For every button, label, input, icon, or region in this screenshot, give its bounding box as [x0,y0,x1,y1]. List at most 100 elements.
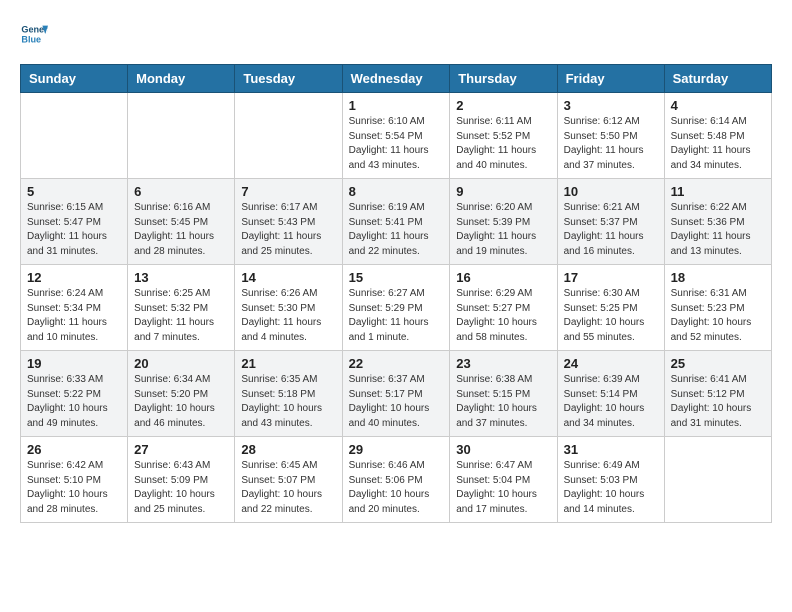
day-number: 25 [671,356,765,371]
logo-icon: General Blue [20,20,48,48]
calendar-day-cell: 4 Sunrise: 6:14 AM Sunset: 5:48 PM Daylig… [664,93,771,179]
calendar-day-cell: 26 Sunrise: 6:42 AM Sunset: 5:10 PM Dayli… [21,437,128,523]
calendar-day-cell: 19Sunrise: 6:33 AM Sunset: 5:22 PM Dayli… [21,351,128,437]
calendar-day-cell: 22 Sunrise: 6:37 AM Sunset: 5:17 PM Dayli… [342,351,450,437]
calendar-table: SundayMondayTuesdayWednesdayThursdayFrid… [20,64,772,523]
day-number: 22 [349,356,444,371]
day-number: 9 [456,184,550,199]
calendar-day-cell: 13 Sunrise: 6:25 AM Sunset: 5:32 PM Dayli… [128,265,235,351]
calendar-empty-cell [128,93,235,179]
day-info: Sunrise: 6:38 AM Sunset: 5:15 PM Dayligh… [456,373,550,431]
page-header: General Blue [20,20,772,48]
day-info: Sunrise: 6:17 AM Sunset: 5:43 PM Dayligh… [241,201,335,259]
day-info: Sunrise: 6:20 AM Sunset: 5:39 PM Dayligh… [456,201,550,259]
day-number: 1 [349,98,444,113]
calendar-week-row: 19Sunrise: 6:33 AM Sunset: 5:22 PM Dayli… [21,351,772,437]
day-info: Sunrise: 6:14 AM Sunset: 5:48 PM Dayligh… [671,115,765,173]
day-number: 12 [27,270,121,285]
day-info: Sunrise: 6:27 AM Sunset: 5:29 PM Dayligh… [349,287,444,345]
day-number: 7 [241,184,335,199]
calendar-day-cell: 5 Sunrise: 6:15 AM Sunset: 5:47 PM Daylig… [21,179,128,265]
day-number: 30 [456,442,550,457]
day-number: 2 [456,98,550,113]
weekday-header-monday: Monday [128,65,235,93]
calendar-day-cell: 11Sunrise: 6:22 AM Sunset: 5:36 PM Dayli… [664,179,771,265]
calendar-day-cell: 6 Sunrise: 6:16 AM Sunset: 5:45 PM Daylig… [128,179,235,265]
day-info: Sunrise: 6:34 AM Sunset: 5:20 PM Dayligh… [134,373,228,431]
day-info: Sunrise: 6:42 AM Sunset: 5:10 PM Dayligh… [27,459,121,517]
day-info: Sunrise: 6:30 AM Sunset: 5:25 PM Dayligh… [564,287,658,345]
weekday-header-saturday: Saturday [664,65,771,93]
calendar-day-cell: 14Sunrise: 6:26 AM Sunset: 5:30 PM Dayli… [235,265,342,351]
day-number: 10 [564,184,658,199]
day-info: Sunrise: 6:22 AM Sunset: 5:36 PM Dayligh… [671,201,765,259]
calendar-day-cell: 20 Sunrise: 6:34 AM Sunset: 5:20 PM Dayli… [128,351,235,437]
day-number: 28 [241,442,335,457]
calendar-day-cell: 1 Sunrise: 6:10 AM Sunset: 5:54 PM Daylig… [342,93,450,179]
calendar-day-cell: 10 Sunrise: 6:21 AM Sunset: 5:37 PM Dayli… [557,179,664,265]
calendar-day-cell: 7 Sunrise: 6:17 AM Sunset: 5:43 PM Daylig… [235,179,342,265]
day-number: 3 [564,98,658,113]
weekday-header-wednesday: Wednesday [342,65,450,93]
day-info: Sunrise: 6:31 AM Sunset: 5:23 PM Dayligh… [671,287,765,345]
svg-text:Blue: Blue [21,34,41,44]
day-number: 23 [456,356,550,371]
day-info: Sunrise: 6:16 AM Sunset: 5:45 PM Dayligh… [134,201,228,259]
calendar-week-row: 1 Sunrise: 6:10 AM Sunset: 5:54 PM Daylig… [21,93,772,179]
calendar-empty-cell [235,93,342,179]
day-number: 13 [134,270,228,285]
day-number: 4 [671,98,765,113]
day-info: Sunrise: 6:46 AM Sunset: 5:06 PM Dayligh… [349,459,444,517]
calendar-day-cell: 30 Sunrise: 6:47 AM Sunset: 5:04 PM Dayli… [450,437,557,523]
weekday-header-sunday: Sunday [21,65,128,93]
logo: General Blue [20,20,48,48]
day-info: Sunrise: 6:12 AM Sunset: 5:50 PM Dayligh… [564,115,658,173]
day-info: Sunrise: 6:21 AM Sunset: 5:37 PM Dayligh… [564,201,658,259]
calendar-header-row: SundayMondayTuesdayWednesdayThursdayFrid… [21,65,772,93]
day-info: Sunrise: 6:47 AM Sunset: 5:04 PM Dayligh… [456,459,550,517]
day-number: 29 [349,442,444,457]
day-number: 24 [564,356,658,371]
day-number: 15 [349,270,444,285]
calendar-empty-cell [664,437,771,523]
calendar-day-cell: 24 Sunrise: 6:39 AM Sunset: 5:14 PM Dayli… [557,351,664,437]
day-info: Sunrise: 6:25 AM Sunset: 5:32 PM Dayligh… [134,287,228,345]
calendar-day-cell: 9 Sunrise: 6:20 AM Sunset: 5:39 PM Daylig… [450,179,557,265]
day-number: 6 [134,184,228,199]
day-number: 20 [134,356,228,371]
day-info: Sunrise: 6:10 AM Sunset: 5:54 PM Dayligh… [349,115,444,173]
day-info: Sunrise: 6:19 AM Sunset: 5:41 PM Dayligh… [349,201,444,259]
day-info: Sunrise: 6:15 AM Sunset: 5:47 PM Dayligh… [27,201,121,259]
day-number: 5 [27,184,121,199]
calendar-day-cell: 15 Sunrise: 6:27 AM Sunset: 5:29 PM Dayli… [342,265,450,351]
day-info: Sunrise: 6:45 AM Sunset: 5:07 PM Dayligh… [241,459,335,517]
calendar-day-cell: 29 Sunrise: 6:46 AM Sunset: 5:06 PM Dayli… [342,437,450,523]
day-number: 31 [564,442,658,457]
day-info: Sunrise: 6:35 AM Sunset: 5:18 PM Dayligh… [241,373,335,431]
day-info: Sunrise: 6:29 AM Sunset: 5:27 PM Dayligh… [456,287,550,345]
calendar-day-cell: 25 Sunrise: 6:41 AM Sunset: 5:12 PM Dayli… [664,351,771,437]
day-info: Sunrise: 6:24 AM Sunset: 5:34 PM Dayligh… [27,287,121,345]
day-info: Sunrise: 6:11 AM Sunset: 5:52 PM Dayligh… [456,115,550,173]
day-info: Sunrise: 6:37 AM Sunset: 5:17 PM Dayligh… [349,373,444,431]
day-number: 8 [349,184,444,199]
calendar-day-cell: 2 Sunrise: 6:11 AM Sunset: 5:52 PM Daylig… [450,93,557,179]
weekday-header-friday: Friday [557,65,664,93]
day-number: 16 [456,270,550,285]
calendar-day-cell: 17Sunrise: 6:30 AM Sunset: 5:25 PM Dayli… [557,265,664,351]
calendar-day-cell: 28 Sunrise: 6:45 AM Sunset: 5:07 PM Dayli… [235,437,342,523]
calendar-week-row: 26 Sunrise: 6:42 AM Sunset: 5:10 PM Dayli… [21,437,772,523]
calendar-day-cell: 16 Sunrise: 6:29 AM Sunset: 5:27 PM Dayli… [450,265,557,351]
weekday-header-thursday: Thursday [450,65,557,93]
day-info: Sunrise: 6:41 AM Sunset: 5:12 PM Dayligh… [671,373,765,431]
calendar-day-cell: 27Sunrise: 6:43 AM Sunset: 5:09 PM Dayli… [128,437,235,523]
day-info: Sunrise: 6:43 AM Sunset: 5:09 PM Dayligh… [134,459,228,517]
weekday-header-tuesday: Tuesday [235,65,342,93]
calendar-day-cell: 31 Sunrise: 6:49 AM Sunset: 5:03 PM Dayli… [557,437,664,523]
calendar-day-cell: 23 Sunrise: 6:38 AM Sunset: 5:15 PM Dayli… [450,351,557,437]
day-info: Sunrise: 6:49 AM Sunset: 5:03 PM Dayligh… [564,459,658,517]
calendar-empty-cell [21,93,128,179]
day-info: Sunrise: 6:39 AM Sunset: 5:14 PM Dayligh… [564,373,658,431]
day-number: 26 [27,442,121,457]
day-info: Sunrise: 6:26 AM Sunset: 5:30 PM Dayligh… [241,287,335,345]
